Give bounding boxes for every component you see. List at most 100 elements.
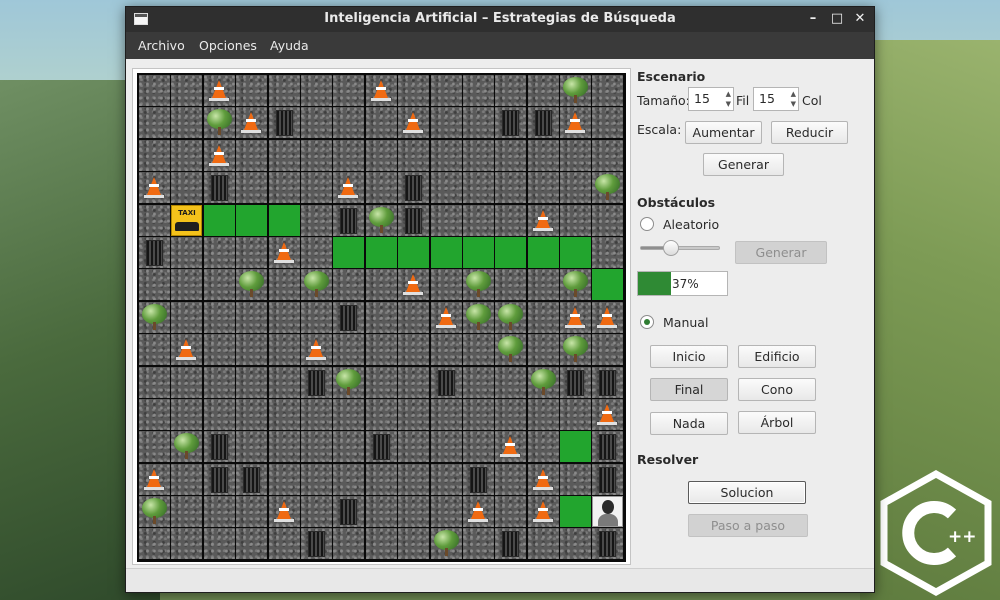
menu-archivo[interactable]: Archivo	[138, 38, 185, 53]
grid-cell[interactable]	[300, 301, 332, 333]
grid-cell[interactable]	[203, 496, 235, 528]
grid-cell-path[interactable]	[398, 236, 430, 268]
grid-cell[interactable]	[365, 431, 397, 463]
grid-cell[interactable]	[462, 463, 494, 495]
grid-cell[interactable]	[527, 107, 559, 139]
grid-cell[interactable]	[333, 431, 365, 463]
grid-cell[interactable]	[365, 528, 397, 560]
columnas-spinbox[interactable]: 15 ▲ ▼	[753, 87, 799, 111]
grid-cell[interactable]	[268, 107, 300, 139]
grid-cell[interactable]	[203, 107, 235, 139]
grid-cell[interactable]	[236, 75, 268, 106]
grid-cell[interactable]	[236, 269, 268, 301]
grid-cell[interactable]	[592, 139, 624, 171]
grid-cell[interactable]	[203, 366, 235, 398]
maximize-icon[interactable]: □	[828, 10, 846, 28]
grid-cell[interactable]	[203, 528, 235, 560]
grid-cell[interactable]	[560, 334, 592, 366]
grid-cell[interactable]	[300, 75, 332, 106]
grid-cell[interactable]	[365, 334, 397, 366]
grid-cell[interactable]	[560, 107, 592, 139]
grid-cell[interactable]	[300, 334, 332, 366]
grid-cell[interactable]	[365, 269, 397, 301]
grid-cell[interactable]	[171, 75, 203, 106]
grid-cell[interactable]	[268, 139, 300, 171]
grid-cell[interactable]	[495, 334, 527, 366]
grid-cell[interactable]	[139, 236, 170, 268]
grid-cell[interactable]	[268, 269, 300, 301]
grid-cell[interactable]	[333, 139, 365, 171]
grid-cell[interactable]	[495, 528, 527, 560]
grid-cell[interactable]	[333, 172, 365, 204]
grid-cell[interactable]	[171, 496, 203, 528]
grid-cell[interactable]	[139, 204, 170, 236]
paso-a-paso-button[interactable]: Paso a paso	[688, 514, 808, 537]
cono-button[interactable]: Cono	[738, 378, 816, 401]
grid-cell[interactable]	[462, 398, 494, 430]
grid-cell[interactable]	[300, 431, 332, 463]
grid-cell[interactable]	[171, 398, 203, 430]
grid-cell[interactable]	[592, 334, 624, 366]
grid-cell[interactable]	[268, 366, 300, 398]
grid-cell[interactable]	[236, 398, 268, 430]
grid-cell[interactable]	[495, 172, 527, 204]
grid-cell-path[interactable]	[430, 236, 462, 268]
grid-cell-path[interactable]	[203, 204, 235, 236]
grid-cell[interactable]	[430, 431, 462, 463]
grid-cell[interactable]	[333, 204, 365, 236]
grid-cell[interactable]	[203, 431, 235, 463]
aumentar-button[interactable]: Aumentar	[685, 121, 762, 144]
grid-cell[interactable]	[495, 139, 527, 171]
final-button[interactable]: Final	[650, 378, 728, 401]
grid-cell[interactable]	[236, 107, 268, 139]
menu-opciones[interactable]: Opciones	[199, 38, 257, 53]
grid-cell[interactable]	[236, 463, 268, 495]
grid-cell[interactable]	[462, 431, 494, 463]
grid-cell[interactable]	[268, 463, 300, 495]
grid-cell[interactable]	[592, 236, 624, 268]
grid-cell[interactable]	[203, 463, 235, 495]
grid-cell[interactable]	[592, 431, 624, 463]
grid-cell[interactable]	[430, 172, 462, 204]
grid-cell-path[interactable]	[527, 236, 559, 268]
grid-cell[interactable]	[139, 431, 170, 463]
grid-cell[interactable]	[365, 366, 397, 398]
grid-cell[interactable]	[203, 334, 235, 366]
grid-cell[interactable]	[365, 496, 397, 528]
grid-cell[interactable]	[171, 107, 203, 139]
grid-cell[interactable]	[527, 75, 559, 106]
grid-cell[interactable]	[333, 398, 365, 430]
grid-cell[interactable]	[495, 107, 527, 139]
grid-cell[interactable]	[527, 528, 559, 560]
grid-cell[interactable]	[398, 139, 430, 171]
grid-cell[interactable]	[203, 236, 235, 268]
grid-cell[interactable]	[268, 496, 300, 528]
grid-cell[interactable]	[333, 75, 365, 106]
grid-cell[interactable]	[560, 398, 592, 430]
aleatorio-radio[interactable]	[640, 217, 654, 231]
grid-cell[interactable]	[527, 269, 559, 301]
grid-cell[interactable]	[592, 463, 624, 495]
grid-cell[interactable]	[495, 75, 527, 106]
grid-cell[interactable]	[300, 172, 332, 204]
grid-cell[interactable]	[300, 398, 332, 430]
grid-cell[interactable]: TAXI	[171, 204, 203, 236]
grid-cell[interactable]	[171, 301, 203, 333]
grid-cell[interactable]	[527, 301, 559, 333]
grid-cell[interactable]	[430, 366, 462, 398]
grid-cell[interactable]	[592, 496, 624, 528]
grid-cell[interactable]	[300, 204, 332, 236]
grid-cell[interactable]	[430, 107, 462, 139]
grid-cell[interactable]	[592, 107, 624, 139]
grid-cell[interactable]	[398, 334, 430, 366]
grid-cell[interactable]	[462, 334, 494, 366]
grid-cell[interactable]	[139, 334, 170, 366]
grid-cell[interactable]	[560, 269, 592, 301]
grid-cell[interactable]	[462, 75, 494, 106]
grid-cell[interactable]	[139, 366, 170, 398]
arbol-button[interactable]: Árbol	[738, 411, 816, 434]
minimize-icon[interactable]: –	[804, 10, 822, 28]
grid-cell[interactable]	[139, 269, 170, 301]
grid-cell[interactable]	[430, 301, 462, 333]
grid-cell-path[interactable]	[560, 431, 592, 463]
